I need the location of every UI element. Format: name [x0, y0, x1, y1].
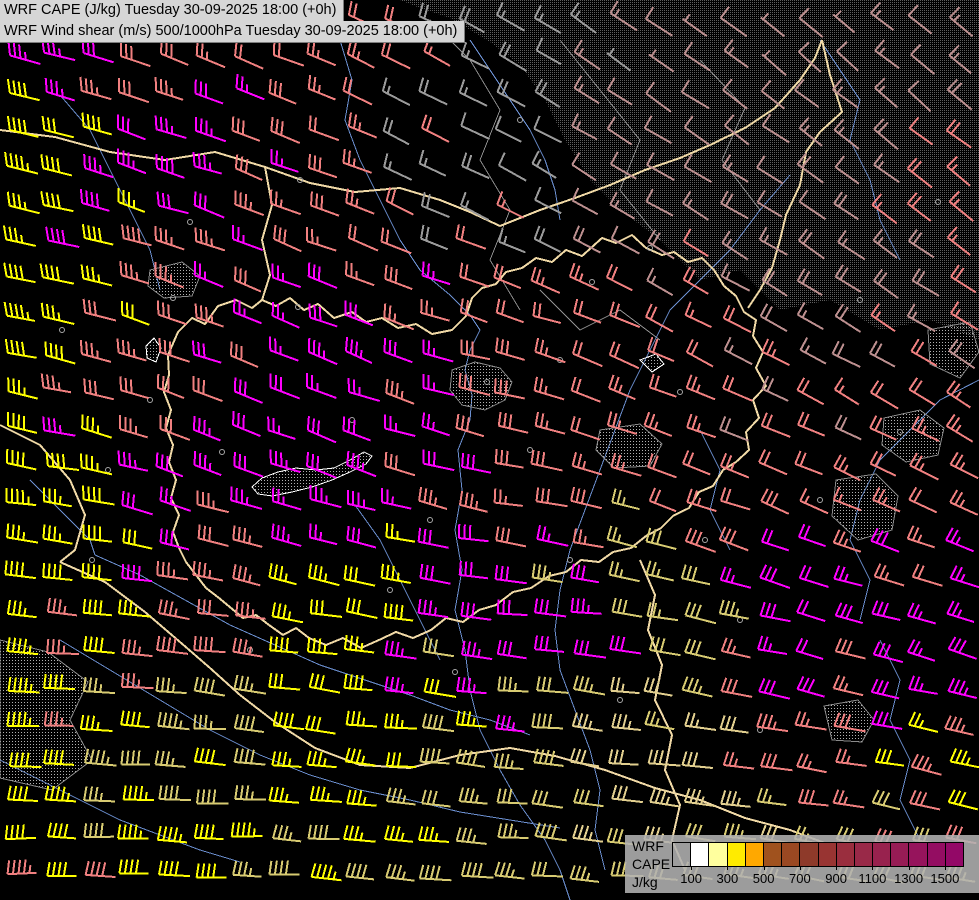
legend-model-label: WRF [632, 838, 664, 854]
legend-color-cell [945, 843, 963, 866]
cape-legend: WRF CAPE J/kg 100 300 500 700 900 1100 1300 150… [625, 835, 979, 893]
legend-color-cell [891, 843, 910, 866]
legend-color-cell [673, 843, 692, 866]
wrf-weather-map-view: WRF CAPE (J/kg) Tuesday 30-09-2025 18:00… [0, 0, 979, 900]
legend-color-cell [818, 843, 837, 866]
legend-tick-mark [944, 866, 946, 870]
title-shear-line: WRF Wind shear (m/s) 500/1000hPa Tuesday… [0, 21, 466, 43]
legend-tick-mark [691, 866, 693, 870]
legend-color-cell [927, 843, 946, 866]
legend-color-cell [763, 843, 783, 866]
legend-variable-label: CAPE [632, 856, 671, 872]
map-canvas [0, 0, 979, 900]
legend-tick-mark [799, 866, 801, 870]
legend-label-block: WRF CAPE J/kg [632, 837, 670, 891]
legend-color-cell [727, 843, 746, 866]
title-cape-line: WRF CAPE (J/kg) Tuesday 30-09-2025 18:00… [0, 0, 345, 22]
legend-tick-mark [836, 866, 838, 870]
legend-tick-mark [727, 866, 729, 870]
legend-color-bar [672, 842, 964, 867]
legend-color-cell [873, 843, 892, 866]
legend-color-cell [745, 843, 764, 866]
legend-tick-mark [763, 866, 765, 870]
legend-color-cell [709, 843, 728, 866]
legend-tick-label: 1500 [930, 871, 960, 886]
legend-tick-mark [908, 866, 910, 870]
legend-color-cell [782, 843, 801, 866]
legend-color-cell [691, 843, 710, 866]
legend-unit-label: J/kg [632, 874, 658, 890]
legend-color-cell [800, 843, 819, 866]
legend-tick-mark [872, 866, 874, 870]
legend-color-cell [909, 843, 928, 866]
legend-color-cell [854, 843, 874, 866]
legend-color-cell [836, 843, 855, 866]
